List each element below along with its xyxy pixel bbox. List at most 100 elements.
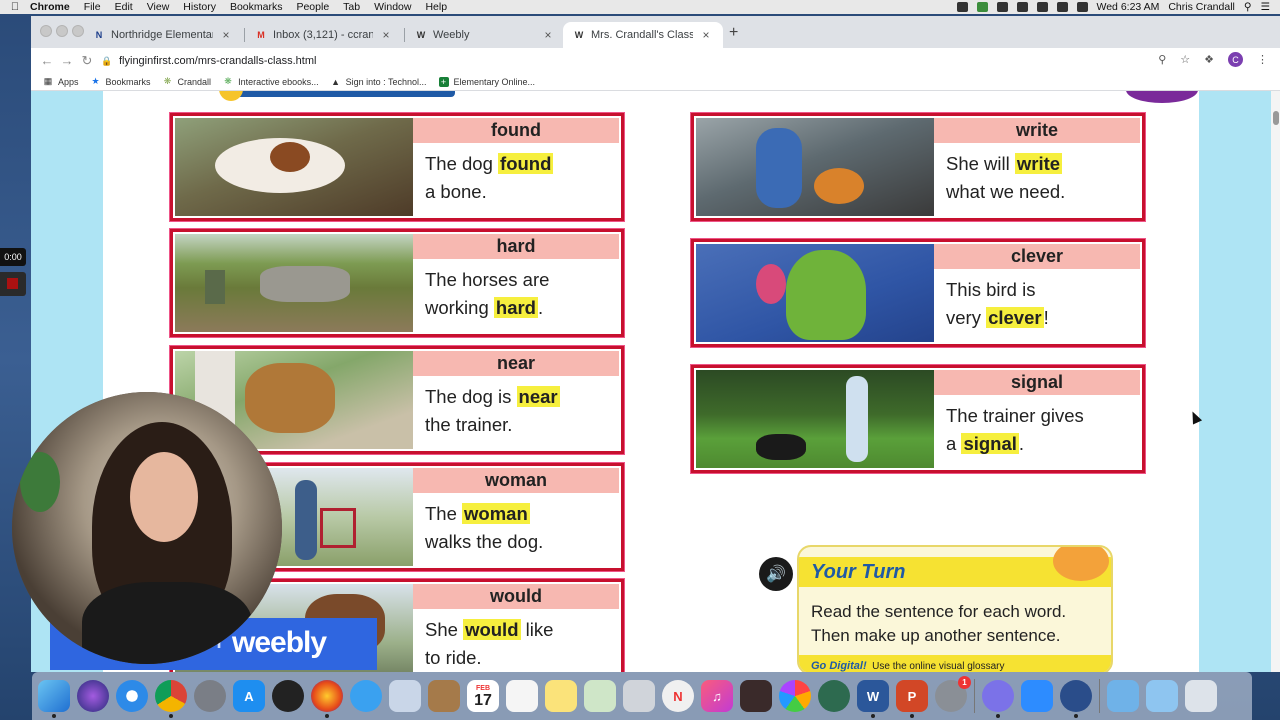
control-center-icon[interactable]: ☰ — [1261, 1, 1270, 13]
menu-file[interactable]: File — [84, 1, 101, 13]
app-store-icon[interactable]: A — [233, 680, 265, 712]
menu-edit[interactable]: Edit — [115, 1, 133, 13]
reload-button[interactable]: ↻ — [77, 53, 97, 69]
bookmark-elementary-online[interactable]: + Elementary Online... — [438, 76, 535, 87]
applications-folder-icon[interactable] — [1107, 680, 1139, 712]
tab-title: Mrs. Crandall's Class - First Gr — [591, 29, 693, 41]
zoom-icon[interactable] — [1021, 680, 1053, 712]
tab-mrs-crandalls-class[interactable]: W Mrs. Crandall's Class - First Gr × — [563, 22, 723, 48]
maps-icon[interactable] — [584, 680, 616, 712]
more-menu-icon[interactable]: ⋮ — [1257, 53, 1268, 66]
close-tab-icon[interactable]: × — [379, 28, 393, 42]
music-icon[interactable]: ♫ — [701, 680, 733, 712]
bookmark-apps[interactable]: ▦ Apps — [43, 76, 79, 87]
northridge-favicon-icon: N — [95, 30, 103, 40]
vocab-card-clever: clever This bird is very clever! — [691, 239, 1145, 347]
go-digital-footer: Go Digital! Use the online visual glossa… — [799, 655, 1111, 672]
volume-icon[interactable] — [1076, 2, 1088, 12]
activity-gauge-icon[interactable] — [272, 680, 304, 712]
notes-icon[interactable] — [545, 680, 577, 712]
page-scrollbar[interactable] — [1271, 91, 1280, 672]
url-text: flyinginfirst.com/mrs-crandalls-class.ht… — [119, 54, 317, 67]
photo-booth-icon[interactable] — [740, 680, 772, 712]
firefox-icon[interactable] — [311, 680, 343, 718]
menu-history[interactable]: History — [183, 1, 216, 13]
menu-app-name[interactable]: Chrome — [30, 1, 70, 13]
browser-toolbar: ← → ↻ 🔒 flyinginfirst.com/mrs-crandalls-… — [31, 48, 1280, 73]
scrollbar-thumb[interactable] — [1273, 111, 1279, 125]
sheets-status-icon[interactable] — [976, 2, 988, 12]
apple-icon[interactable]:  — [0, 1, 30, 13]
menu-help[interactable]: Help — [425, 1, 447, 13]
page-side-right — [1199, 91, 1271, 672]
extensions-icon[interactable]: ❖ — [1204, 53, 1214, 66]
quicktime-icon[interactable] — [1060, 680, 1092, 718]
calendar-icon[interactable]: FEB 17 — [467, 680, 499, 712]
tab-weebly[interactable]: W Weebly × — [405, 22, 565, 48]
tab-inbox[interactable]: M Inbox (3,121) - ccrandall@alpine × — [245, 22, 403, 48]
back-button[interactable]: ← — [37, 53, 57, 68]
vocab-word: near — [413, 351, 619, 376]
bookmark-star-icon[interactable]: ☆ — [1180, 53, 1190, 66]
new-tab-button[interactable]: + — [729, 24, 738, 42]
airplay-icon[interactable] — [996, 2, 1008, 12]
forward-button[interactable]: → — [57, 53, 77, 68]
close-tab-icon[interactable]: × — [541, 28, 555, 42]
word-icon[interactable]: W — [857, 680, 889, 718]
close-tab-icon[interactable]: × — [699, 28, 713, 42]
trash-icon[interactable] — [1185, 680, 1217, 712]
webcam-bubble[interactable] — [12, 392, 282, 664]
menu-user[interactable]: Chris Crandall — [1168, 1, 1235, 13]
bookmark-bookmarks[interactable]: ★ Bookmarks — [91, 76, 150, 87]
close-tab-icon[interactable]: × — [219, 28, 233, 42]
menu-tab[interactable]: Tab — [343, 1, 360, 13]
bookmark-interactive-ebooks[interactable]: ❋ Interactive ebooks... — [223, 76, 318, 87]
menu-bookmarks[interactable]: Bookmarks — [230, 1, 283, 13]
photo-slideshow-icon[interactable] — [623, 680, 655, 712]
wifi-icon[interactable] — [1056, 2, 1068, 12]
messages-icon[interactable] — [350, 680, 382, 712]
finder-icon[interactable] — [38, 680, 70, 718]
menu-clock[interactable]: Wed 6:23 AM — [1097, 1, 1160, 13]
address-bar[interactable]: 🔒 flyinginfirst.com/mrs-crandalls-class.… — [101, 50, 1221, 71]
news-icon[interactable]: N — [662, 680, 694, 712]
minimize-window-button[interactable] — [56, 25, 68, 37]
safari-icon[interactable] — [116, 680, 148, 712]
gear-status-icon[interactable] — [956, 2, 968, 12]
preview-icon[interactable] — [389, 680, 421, 712]
notification-badge: 1 — [958, 676, 971, 689]
spotlight-icon[interactable]: ⚲ — [1244, 1, 1252, 13]
vocab-sentence: The woman walks the dog. — [425, 503, 544, 552]
system-preferences-icon[interactable]: 1 — [935, 676, 971, 712]
stop-recording-button[interactable] — [0, 272, 26, 296]
documents-folder-icon[interactable] — [1146, 680, 1178, 712]
bluetooth-icon[interactable] — [1036, 2, 1048, 12]
menu-view[interactable]: View — [147, 1, 170, 13]
bookmark-label: Crandall — [177, 76, 212, 87]
tab-northridge[interactable]: N Northridge Elementary – Home × — [83, 22, 243, 48]
speaker-icon[interactable]: 🔊 — [759, 557, 793, 591]
sun-decoration — [219, 91, 243, 101]
menu-people[interactable]: People — [296, 1, 329, 13]
screencast-icon[interactable] — [982, 680, 1014, 718]
lock-icon[interactable]: 🔒 — [101, 56, 112, 66]
photos-icon[interactable] — [779, 680, 811, 712]
time-machine-dock-icon[interactable] — [818, 680, 850, 712]
menu-window[interactable]: Window — [374, 1, 411, 13]
bookmark-sign-into-technology[interactable]: ▲ Sign into : Technol... — [331, 77, 426, 87]
powerpoint-icon[interactable]: P — [896, 680, 928, 718]
reminders-icon[interactable] — [506, 680, 538, 712]
recording-timer: 0:00 — [0, 248, 26, 266]
vocab-card-found: found The dog found a bone. — [170, 113, 624, 221]
bookmark-crandall[interactable]: ❋ Crandall — [163, 76, 212, 87]
vocab-word: found — [413, 118, 619, 143]
siri-icon[interactable] — [77, 680, 109, 712]
close-window-button[interactable] — [40, 25, 52, 37]
vocab-sentence: This bird is very clever! — [946, 279, 1049, 328]
time-machine-icon[interactable] — [1016, 2, 1028, 12]
zoom-icon[interactable]: ⚲ — [1158, 53, 1166, 66]
profile-avatar[interactable]: C — [1228, 52, 1243, 67]
notebook-icon[interactable] — [428, 680, 460, 712]
launchpad-icon[interactable] — [194, 680, 226, 712]
chrome-icon[interactable] — [155, 680, 187, 718]
